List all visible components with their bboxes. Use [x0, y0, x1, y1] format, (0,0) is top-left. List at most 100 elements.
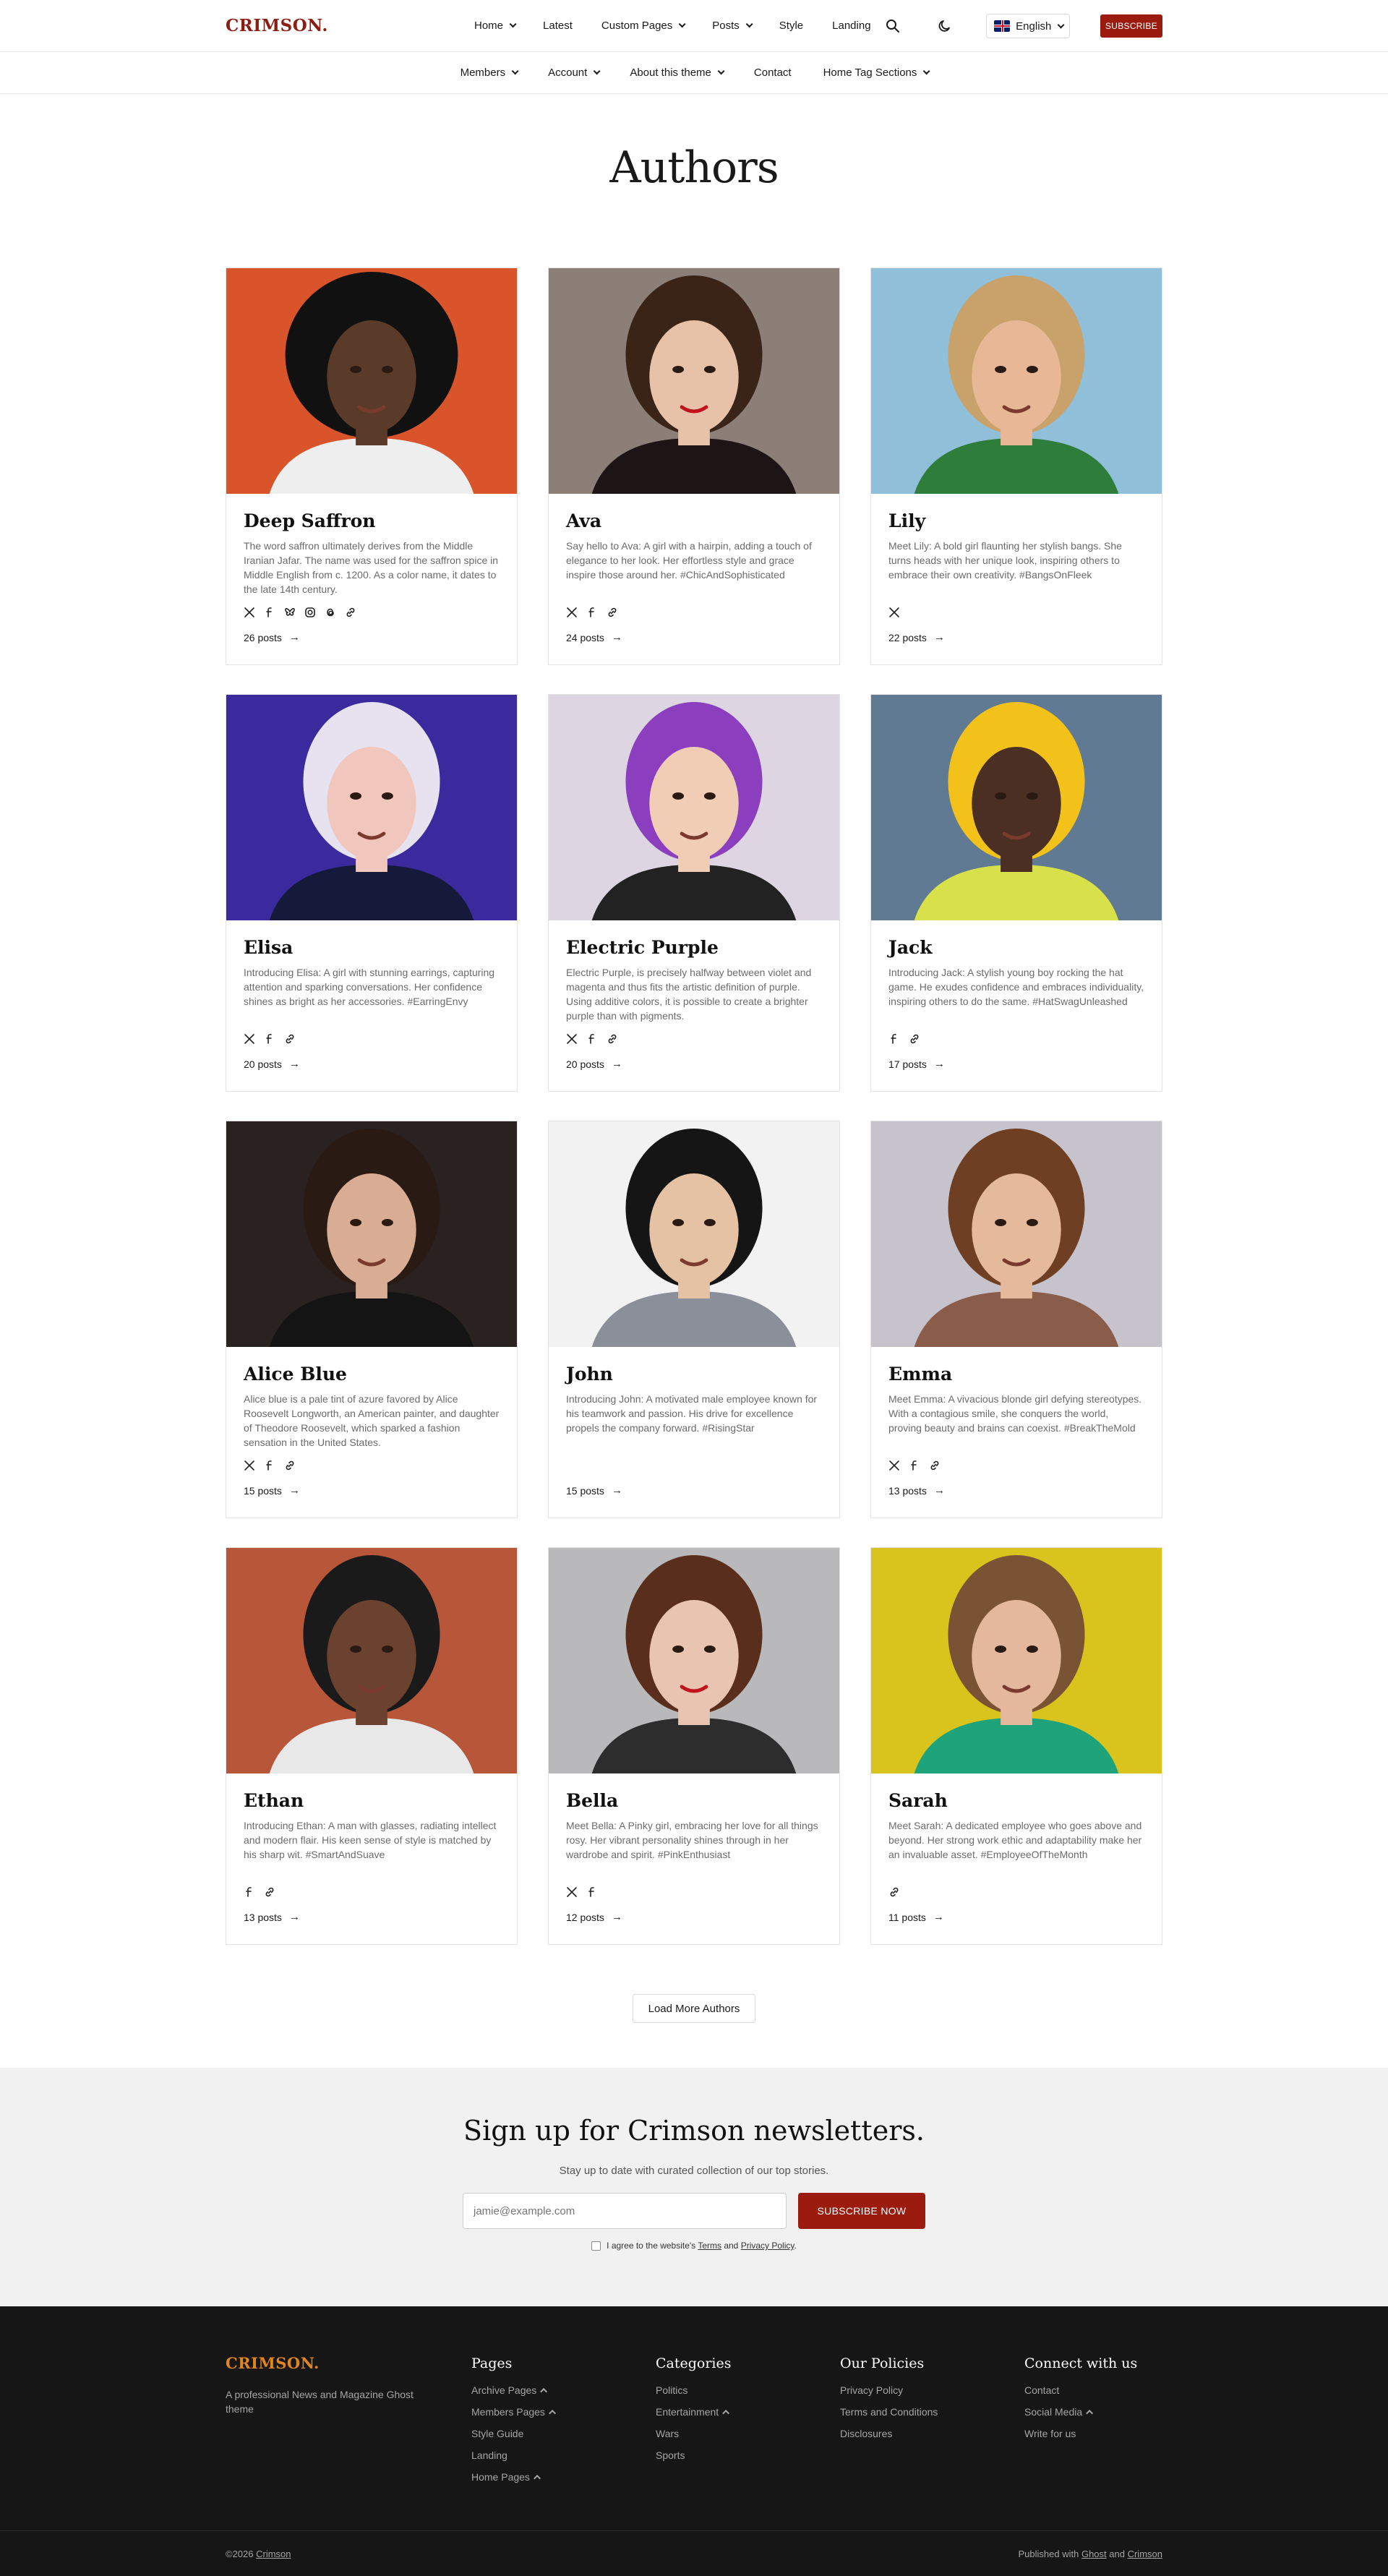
facebook-icon[interactable]	[264, 1033, 275, 1045]
instagram-icon[interactable]	[304, 607, 316, 618]
subnav-item-home-tag-sections[interactable]: Home Tag Sections	[823, 67, 930, 79]
facebook-icon[interactable]	[264, 607, 275, 618]
author-posts-link[interactable]: 12 posts →	[566, 1911, 622, 1923]
footer-link[interactable]: Terms and Conditions	[840, 2405, 938, 2419]
site-logo[interactable]: CRIMSON.	[226, 16, 328, 35]
author-card[interactable]: John Introducing John: A motivated male e…	[548, 1121, 840, 1518]
facebook-icon[interactable]	[909, 1460, 920, 1471]
link-icon[interactable]	[607, 1033, 618, 1045]
author-name[interactable]: Jack	[888, 936, 1144, 959]
author-card[interactable]: Sarah Meet Sarah: A dedicated employee wh…	[870, 1547, 1162, 1945]
author-name[interactable]: Deep Saffron	[244, 510, 500, 533]
author-posts-link[interactable]: 24 posts →	[566, 631, 622, 643]
x-icon[interactable]	[566, 1033, 578, 1045]
link-icon[interactable]	[264, 1886, 275, 1898]
author-card[interactable]: Emma Meet Emma: A vivacious blonde girl d…	[870, 1121, 1162, 1518]
footer-link[interactable]: Home Pages	[471, 2470, 556, 2484]
author-posts-link[interactable]: 15 posts →	[566, 1484, 622, 1497]
footer-link[interactable]: Write for us	[1024, 2426, 1137, 2441]
footer-link[interactable]: Contact	[1024, 2383, 1137, 2397]
terms-link[interactable]: Terms	[698, 2241, 721, 2251]
bluesky-icon[interactable]	[284, 607, 296, 618]
author-name[interactable]: Electric Purple	[566, 936, 822, 959]
footer-logo[interactable]: CRIMSON.	[226, 2354, 320, 2372]
x-icon[interactable]	[244, 1033, 255, 1045]
footer-link[interactable]: Disclosures	[840, 2426, 938, 2441]
facebook-icon[interactable]	[586, 607, 598, 618]
author-card[interactable]: Deep Saffron The word saffron ultimately …	[226, 268, 518, 665]
author-name[interactable]: John	[566, 1363, 822, 1386]
author-photo[interactable]	[871, 268, 1162, 494]
subnav-item-about-this-theme[interactable]: About this theme	[630, 67, 725, 79]
link-icon[interactable]	[607, 607, 618, 618]
author-name[interactable]: Elisa	[244, 936, 500, 959]
facebook-icon[interactable]	[264, 1460, 275, 1471]
author-photo[interactable]	[871, 695, 1162, 920]
author-name[interactable]: Ava	[566, 510, 822, 533]
author-photo[interactable]	[871, 1548, 1162, 1773]
x-icon[interactable]	[888, 1460, 900, 1471]
author-photo[interactable]	[226, 695, 517, 920]
link-icon[interactable]	[345, 607, 356, 618]
nav-item-landing[interactable]: Landing	[832, 20, 870, 32]
author-name[interactable]: Bella	[566, 1789, 822, 1813]
author-posts-link[interactable]: 20 posts →	[244, 1058, 300, 1070]
x-icon[interactable]	[566, 1886, 578, 1898]
subnav-item-contact[interactable]: Contact	[754, 67, 792, 79]
nav-item-latest[interactable]: Latest	[543, 20, 573, 32]
author-photo[interactable]	[549, 1548, 839, 1773]
author-posts-link[interactable]: 11 posts →	[888, 1911, 944, 1923]
author-posts-link[interactable]: 22 posts →	[888, 631, 945, 643]
author-photo[interactable]	[549, 268, 839, 494]
threads-icon[interactable]	[325, 607, 336, 618]
footer-link[interactable]: Landing	[471, 2448, 556, 2462]
author-name[interactable]: Sarah	[888, 1789, 1144, 1813]
x-icon[interactable]	[566, 607, 578, 618]
footer-link[interactable]: Archive Pages	[471, 2383, 556, 2397]
footer-link[interactable]: Social Media	[1024, 2405, 1137, 2419]
nav-item-custom-pages[interactable]: Custom Pages	[601, 20, 686, 32]
author-card[interactable]: Lily Meet Lily: A bold girl flaunting her…	[870, 268, 1162, 665]
footer-link[interactable]: Politics	[656, 2383, 732, 2397]
link-icon[interactable]	[929, 1460, 941, 1471]
author-posts-link[interactable]: 20 posts →	[566, 1058, 622, 1070]
author-photo[interactable]	[549, 695, 839, 920]
ghost-link[interactable]: Ghost	[1081, 2549, 1107, 2559]
link-icon[interactable]	[888, 1886, 900, 1898]
nav-item-posts[interactable]: Posts	[712, 20, 753, 32]
author-name[interactable]: Alice Blue	[244, 1363, 500, 1386]
search-icon[interactable]	[885, 18, 901, 34]
link-icon[interactable]	[284, 1033, 296, 1045]
footer-link[interactable]: Sports	[656, 2448, 732, 2462]
subnav-item-members[interactable]: Members	[460, 67, 519, 79]
nav-item-style[interactable]: Style	[779, 20, 803, 32]
footer-link[interactable]: Wars	[656, 2426, 732, 2441]
author-photo[interactable]	[226, 268, 517, 494]
author-card[interactable]: Electric Purple Electric Purple, is preci…	[548, 694, 840, 1092]
subscribe-now-button[interactable]: SUBSCRIBE NOW	[798, 2193, 925, 2229]
load-more-authors-button[interactable]: Load More Authors	[633, 1994, 755, 2023]
language-select[interactable]: English	[986, 14, 1070, 38]
author-posts-link[interactable]: 15 posts →	[244, 1484, 300, 1497]
author-card[interactable]: Alice Blue Alice blue is a pale tint of a…	[226, 1121, 518, 1518]
author-posts-link[interactable]: 13 posts →	[244, 1911, 300, 1923]
author-card[interactable]: Jack Introducing Jack: A stylish young bo…	[870, 694, 1162, 1092]
x-icon[interactable]	[244, 607, 255, 618]
author-card[interactable]: Ava Say hello to Ava: A girl with a hairp…	[548, 268, 840, 665]
author-card[interactable]: Bella Meet Bella: A Pinky girl, embracing…	[548, 1547, 840, 1945]
author-photo[interactable]	[226, 1548, 517, 1773]
subnav-item-account[interactable]: Account	[548, 67, 601, 79]
author-posts-link[interactable]: 13 posts →	[888, 1484, 945, 1497]
footer-link[interactable]: Style Guide	[471, 2426, 556, 2441]
facebook-icon[interactable]	[586, 1886, 598, 1898]
x-icon[interactable]	[888, 607, 900, 618]
author-card[interactable]: Elisa Introducing Elisa: A girl with stun…	[226, 694, 518, 1092]
author-photo[interactable]	[871, 1121, 1162, 1347]
link-icon[interactable]	[284, 1460, 296, 1471]
author-posts-link[interactable]: 17 posts →	[888, 1058, 945, 1070]
author-photo[interactable]	[549, 1121, 839, 1347]
subscribe-button[interactable]: SUBSCRIBE	[1100, 14, 1162, 38]
facebook-icon[interactable]	[888, 1033, 900, 1045]
footer-link[interactable]: Members Pages	[471, 2405, 556, 2419]
facebook-icon[interactable]	[586, 1033, 598, 1045]
